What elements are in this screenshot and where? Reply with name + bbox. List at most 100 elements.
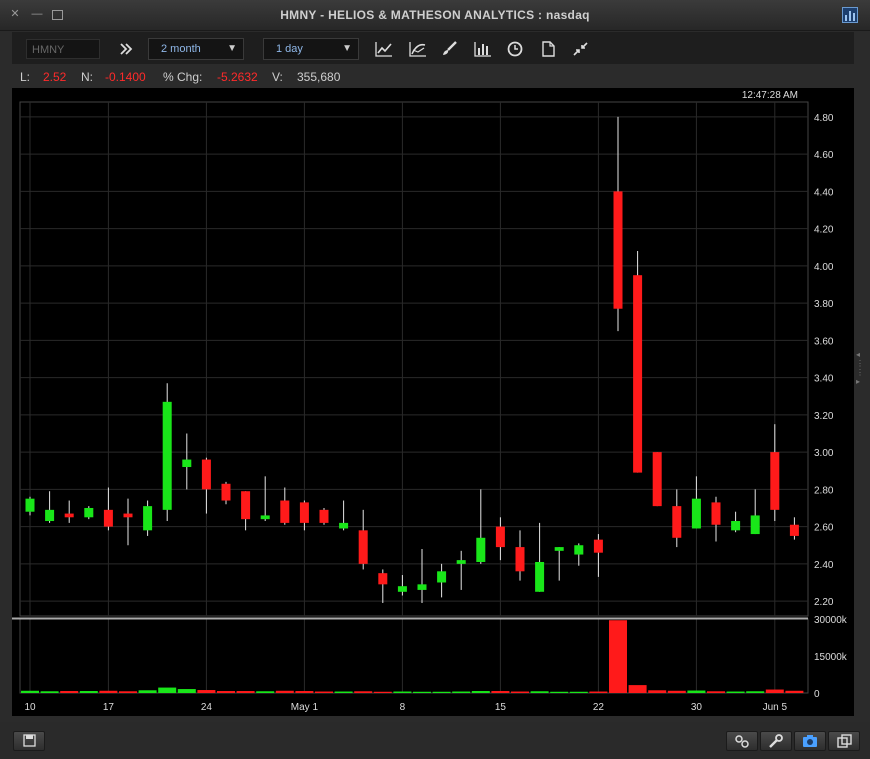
- net-change: -0.1400: [105, 66, 146, 88]
- last-label: L:: [20, 66, 30, 88]
- date-tick-label: 8: [400, 702, 406, 713]
- volume-bar: [21, 691, 39, 693]
- bar-chart-icon[interactable]: [473, 40, 493, 58]
- interval-select[interactable]: 1 day ▼: [263, 38, 359, 60]
- date-tick-label: 30: [691, 702, 703, 713]
- candle-body: [104, 510, 113, 527]
- study-icon[interactable]: [408, 40, 428, 58]
- brush-icon[interactable]: [440, 40, 460, 58]
- volume-bar: [785, 691, 803, 693]
- price-tick-label: 3.20: [814, 411, 834, 422]
- snapshot-button[interactable]: [794, 731, 826, 751]
- popout-button[interactable]: [828, 731, 860, 751]
- volume-bar: [766, 690, 784, 693]
- volume-tick-label: 0: [814, 689, 820, 700]
- candle-body: [222, 484, 231, 501]
- price-chart[interactable]: 4.804.604.404.204.003.803.603.403.203.00…: [12, 88, 854, 716]
- price-plot-frame: [20, 102, 808, 616]
- price-tick-label: 3.80: [814, 299, 834, 310]
- volume-bar: [452, 692, 470, 693]
- price-tick-label: 3.00: [814, 448, 834, 459]
- volume-label: V:: [272, 66, 283, 88]
- volume-bar: [433, 692, 451, 693]
- volume-bar: [158, 688, 176, 693]
- chart-app-icon[interactable]: [842, 7, 858, 23]
- candle-body: [45, 510, 54, 521]
- volume-bar: [335, 692, 353, 693]
- toolbar: HMNY 2 month ▼ 1 day ▼: [12, 32, 854, 64]
- volume-bar: [119, 691, 137, 693]
- volume-bar: [374, 692, 392, 693]
- date-tick-label: 17: [103, 702, 115, 713]
- candle-body: [614, 191, 623, 308]
- volume-bar: [99, 691, 117, 693]
- candle-body: [320, 510, 329, 523]
- candle-body: [124, 514, 133, 518]
- go-icon[interactable]: [116, 40, 136, 58]
- candle-body: [378, 573, 387, 584]
- candle-body: [712, 502, 721, 524]
- candle-body: [731, 521, 740, 530]
- volume-bar: [217, 691, 235, 693]
- panel-drag-handle[interactable]: ◂⋮⋮▸: [856, 350, 864, 410]
- volume-bar: [197, 690, 215, 693]
- status-bar: [0, 722, 870, 759]
- volume-bar: [60, 691, 78, 693]
- volume-bar: [589, 692, 607, 693]
- compress-icon[interactable]: [571, 40, 591, 58]
- volume-bar: [687, 691, 705, 693]
- last-price: 2.52: [43, 66, 66, 88]
- volume-bar: [237, 691, 255, 693]
- price-tick-label: 2.60: [814, 523, 834, 534]
- volume-bar: [41, 691, 59, 693]
- period-select[interactable]: 2 month ▼: [148, 38, 244, 60]
- volume-bar: [276, 691, 294, 693]
- volume-bar: [531, 691, 549, 693]
- price-tick-label: 2.40: [814, 560, 834, 571]
- volume-bar: [707, 691, 725, 693]
- save-icon: [14, 732, 44, 750]
- candle-body: [339, 523, 348, 529]
- title-bar: ✕ — HMNY - HELIOS & MATHESON ANALYTICS :…: [0, 0, 870, 31]
- volume-tick-label: 30000k: [814, 615, 848, 626]
- volume-bar: [629, 685, 647, 693]
- symbol-input[interactable]: HMNY: [26, 39, 100, 59]
- volume-bar: [550, 692, 568, 693]
- candle-body: [555, 547, 564, 551]
- candle-body: [594, 540, 603, 553]
- chart-area[interactable]: 12:47:28 AM 4.804.604.404.204.003.803.60…: [12, 88, 854, 716]
- candle-body: [418, 584, 427, 590]
- clock-icon[interactable]: [506, 40, 526, 58]
- candle-body: [163, 402, 172, 510]
- settings-button[interactable]: [760, 731, 792, 751]
- volume-bar: [413, 692, 431, 693]
- candle-body: [751, 515, 760, 534]
- candle-body: [437, 571, 446, 582]
- document-icon[interactable]: [539, 40, 559, 58]
- candle-body: [790, 525, 799, 536]
- date-tick-label: 24: [201, 702, 213, 713]
- pct-change: -5.2632: [217, 66, 258, 88]
- candle-body: [653, 452, 662, 506]
- candle-body: [26, 499, 35, 512]
- price-tick-label: 4.00: [814, 262, 834, 273]
- price-tick-label: 4.80: [814, 113, 834, 124]
- link-button[interactable]: [726, 731, 758, 751]
- popout-icon: [829, 732, 859, 750]
- save-button[interactable]: [13, 731, 45, 751]
- chevron-down-icon: ▼: [227, 39, 237, 59]
- volume-bar: [393, 692, 411, 693]
- line-chart-icon[interactable]: [374, 40, 394, 58]
- volume-bar: [80, 691, 98, 693]
- candle-body: [692, 499, 701, 529]
- date-tick-label: 22: [593, 702, 605, 713]
- candle-body: [496, 527, 505, 547]
- candle-body: [300, 502, 309, 522]
- candle-body: [84, 508, 93, 517]
- volume-bar: [139, 690, 157, 693]
- period-value: 2 month: [161, 43, 201, 55]
- volume-bar: [295, 691, 313, 693]
- wrench-icon: [761, 732, 791, 750]
- price-tick-label: 4.40: [814, 187, 834, 198]
- candle-body: [535, 562, 544, 592]
